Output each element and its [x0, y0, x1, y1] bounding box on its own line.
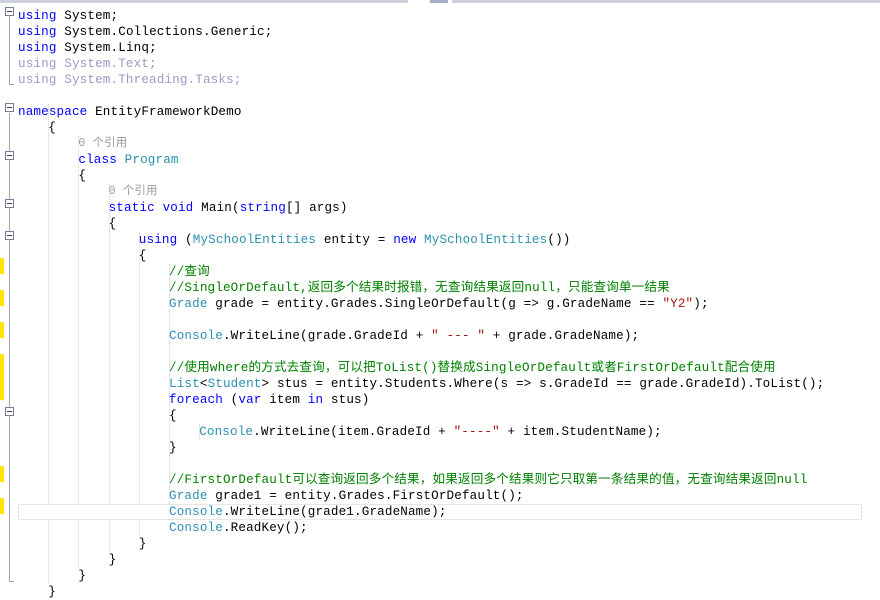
fold-toggle-using-block[interactable]: [5, 7, 14, 16]
fold-toggle-using-statement[interactable]: [5, 231, 14, 240]
code-line[interactable]: {: [109, 216, 117, 232]
code-line[interactable]: Console.WriteLine(item.GradeId + "----" …: [199, 424, 662, 440]
code-line[interactable]: using System;: [18, 8, 118, 24]
code-line[interactable]: //SingleOrDefault,返回多个结果时报错，无查询结果返回null，…: [169, 280, 670, 296]
code-line[interactable]: }: [169, 440, 177, 456]
code-line[interactable]: }: [48, 584, 56, 600]
code-line[interactable]: using System.Collections.Generic;: [18, 24, 272, 40]
fold-toggle-method-main[interactable]: [5, 199, 14, 208]
code-line[interactable]: //查询: [169, 264, 210, 280]
code-line[interactable]: Console.WriteLine(grade.GradeId + " --- …: [169, 328, 639, 344]
code-line[interactable]: using (MySchoolEntities entity = new MyS…: [139, 232, 571, 248]
code-line[interactable]: }: [109, 552, 117, 568]
top-strip-segment-left: [0, 0, 408, 3]
fold-end-namespace: [9, 581, 14, 582]
code-line[interactable]: class Program: [78, 152, 178, 168]
codelens-reference-count[interactable]: 0 个引用: [109, 184, 158, 200]
code-line[interactable]: {: [169, 408, 177, 424]
code-line[interactable]: Grade grade1 = entity.Grades.FirstOrDefa…: [169, 488, 524, 504]
outlining-margin[interactable]: [4, 4, 18, 596]
code-line[interactable]: Grade grade = entity.Grades.SingleOrDefa…: [169, 296, 709, 312]
code-line[interactable]: namespace EntityFrameworkDemo: [18, 104, 242, 120]
code-line[interactable]: Console.WriteLine(grade1.GradeName);: [169, 504, 447, 520]
code-line[interactable]: //使用where的方式去查询，可以把ToList()替换成SingleOrDe…: [169, 360, 776, 376]
code-line[interactable]: }: [78, 568, 86, 584]
code-line[interactable]: static void Main(string[] args): [109, 200, 348, 216]
code-line[interactable]: using System.Threading.Tasks;: [18, 72, 242, 88]
code-editor[interactable]: using System; using System.Collections.Ge…: [0, 4, 880, 599]
fold-line-namespace: [9, 113, 10, 581]
fold-toggle-foreach-block[interactable]: [5, 407, 14, 416]
code-line[interactable]: using System.Linq;: [18, 40, 157, 56]
code-line[interactable]: {: [139, 248, 147, 264]
codelens-reference-count[interactable]: 0 个引用: [78, 136, 127, 152]
fold-toggle-namespace[interactable]: [5, 103, 14, 112]
code-line[interactable]: using System.Text;: [18, 56, 157, 72]
code-line[interactable]: List<Student> stus = entity.Students.Whe…: [169, 376, 824, 392]
code-text-area[interactable]: using System; using System.Collections.Ge…: [18, 4, 880, 599]
code-line[interactable]: }: [139, 536, 147, 552]
fold-toggle-class-program[interactable]: [5, 151, 14, 160]
code-line[interactable]: //FirstOrDefault可以查询返回多个结果，如果返回多个结果则它只取第…: [169, 472, 807, 488]
code-line[interactable]: {: [78, 168, 86, 184]
fold-end-usings: [9, 84, 14, 85]
top-strip-segment-mid: [430, 0, 448, 3]
fold-line-usings: [9, 12, 10, 84]
code-line[interactable]: {: [48, 120, 56, 136]
indent-guide-level-4: [138, 232, 140, 536]
code-line[interactable]: foreach (var item in stus): [169, 392, 369, 408]
indent-guide-level-3: [108, 184, 110, 552]
code-line[interactable]: Console.ReadKey();: [169, 520, 308, 536]
top-strip-segment-right: [452, 0, 880, 3]
